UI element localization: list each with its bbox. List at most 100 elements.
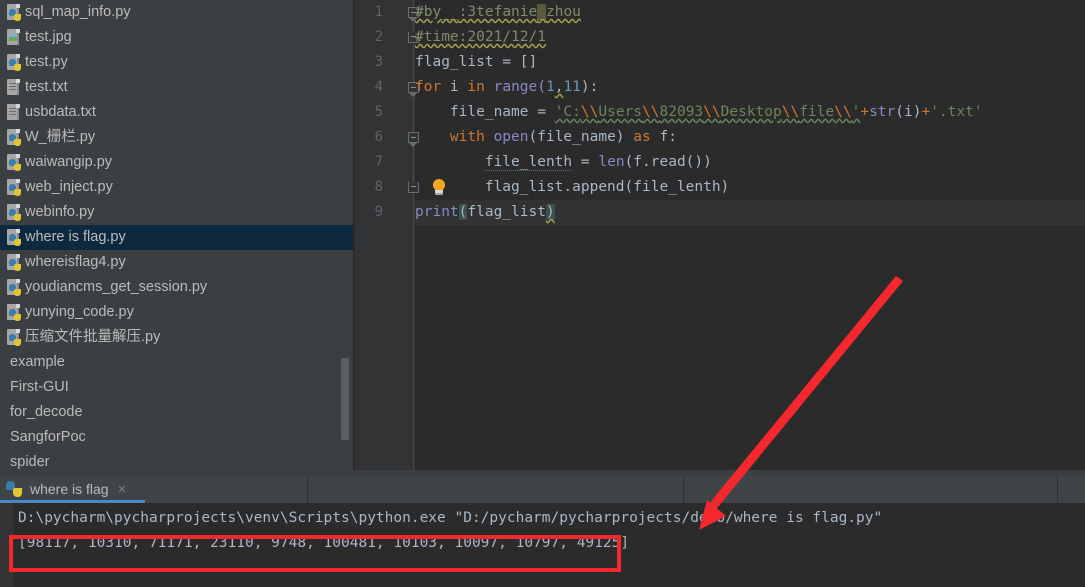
run-tab-bar: where is flag ×	[0, 475, 1085, 503]
python-file-icon	[6, 229, 21, 246]
code-token-args: (i)	[895, 104, 922, 120]
code-token-number: 1	[545, 79, 555, 95]
code-token-string: Users	[598, 104, 643, 120]
tree-item-example[interactable]: example	[0, 350, 353, 375]
code-line-5: file_name = 'C:\\Users\\82093\\Desktop\\…	[415, 100, 1085, 125]
project-file-tree[interactable]: sql_map_info.py test.jpg test.py test.tx…	[0, 0, 353, 470]
tree-item-label: W_栅栏.py	[25, 129, 96, 145]
line-number: 1	[374, 4, 383, 20]
tree-item-label: usbdata.txt	[25, 104, 96, 120]
code-line-2: #time:2021/12/1	[415, 25, 1085, 50]
tree-item-label: yunying_code.py	[25, 304, 134, 320]
tree-item-web-inject[interactable]: web_inject.py	[0, 175, 353, 200]
python-run-icon	[6, 481, 22, 497]
close-icon[interactable]: ×	[118, 482, 127, 497]
code-token-identifier: f:	[650, 129, 677, 145]
code-token-operator: = []	[493, 54, 538, 70]
code-token-punctuation: ):	[580, 79, 599, 95]
code-token-operator: +	[860, 104, 870, 120]
code-token-comment: :3tefanie	[458, 4, 538, 20]
code-token-function: range(	[484, 79, 546, 95]
code-token-escape: \\	[781, 104, 800, 120]
code-token-function: str	[869, 104, 896, 120]
tree-item-test-txt[interactable]: test.txt	[0, 75, 353, 100]
line-number: 9	[374, 204, 383, 220]
tab-divider	[307, 475, 308, 503]
python-file-icon	[6, 329, 21, 346]
tree-item-where-is-flag[interactable]: where is flag.py	[0, 225, 353, 250]
tree-item-usbdata-txt[interactable]: usbdata.txt	[0, 100, 353, 125]
python-file-icon	[6, 204, 21, 221]
tree-item-whereisflag4[interactable]: whereisflag4.py	[0, 250, 353, 275]
line-number: 8	[374, 179, 383, 195]
tree-item-label: sql_map_info.py	[25, 4, 131, 20]
pycharm-window: sql_map_info.py test.jpg test.py test.tx…	[0, 0, 1085, 587]
line-number: 5	[374, 104, 383, 120]
code-line-8: flag_list.append(file_lenth)	[415, 175, 1085, 200]
python-file-icon	[6, 129, 21, 146]
code-token-identifier: flag_list	[415, 54, 494, 70]
run-tab-where-is-flag[interactable]: where is flag ×	[0, 475, 307, 503]
code-token-operator: =	[528, 104, 555, 120]
code-token-string: file	[799, 104, 835, 120]
tree-item-sangforpoc[interactable]: SangforPoc	[0, 425, 353, 450]
tree-item-yasuo-wenjian[interactable]: 压缩文件批量解压.py	[0, 325, 353, 350]
code-token-keyword: with	[449, 129, 485, 145]
code-caret-selection: _	[537, 4, 546, 20]
line-number: 7	[374, 154, 383, 170]
tree-item-spider[interactable]: spider	[0, 450, 353, 470]
code-token-escape: \\	[703, 104, 721, 120]
tree-item-test-py[interactable]: test.py	[0, 50, 353, 75]
python-file-icon	[6, 4, 21, 21]
code-editor[interactable]: 1 2 3 4 5 6 7 8 9 #by__:3tefanie_zhou #t…	[355, 0, 1085, 470]
tree-item-test-jpg[interactable]: test.jpg	[0, 25, 353, 50]
code-token-string: 'C:	[554, 104, 581, 120]
tree-item-w-zhalan[interactable]: W_栅栏.py	[0, 125, 353, 150]
image-file-icon	[6, 29, 21, 46]
code-fold-guide-line	[413, 0, 414, 470]
code-token-operator: =	[572, 154, 599, 170]
tree-item-label: where is flag.py	[25, 229, 126, 245]
tree-item-label: youdiancms_get_session.py	[25, 279, 208, 295]
python-file-icon	[6, 254, 21, 271]
tree-item-youdiancms-get-session[interactable]: youdiancms_get_session.py	[0, 275, 353, 300]
tree-item-yunying-code[interactable]: yunying_code.py	[0, 300, 353, 325]
code-token-escape: \\	[580, 104, 599, 120]
tree-item-first-gui[interactable]: First-GUI	[0, 375, 353, 400]
editor-code-area[interactable]: #by__:3tefanie_zhou #time:2021/12/1 flag…	[415, 0, 1085, 470]
tree-item-sql-map-info[interactable]: sql_map_info.py	[0, 0, 353, 25]
tree-item-label: webinfo.py	[25, 204, 95, 220]
run-tool-window: where is flag × D:\pycharm\pycharproject…	[0, 475, 1085, 587]
code-token-identifier: file_lenth	[484, 154, 573, 171]
code-token-comment: zhou	[545, 4, 581, 20]
code-token-function: open	[484, 129, 529, 145]
tree-vertical-scrollbar[interactable]	[341, 358, 349, 440]
console-left-gutter	[0, 503, 14, 587]
code-token-args: (f.read())	[624, 154, 712, 170]
tree-item-label: SangforPoc	[10, 429, 86, 445]
code-token-identifier: i	[441, 79, 468, 95]
code-token-function: print	[415, 204, 459, 220]
tree-item-label: waiwangip.py	[25, 154, 113, 170]
python-file-icon	[6, 279, 21, 296]
editor-gutter[interactable]: 1 2 3 4 5 6 7 8 9	[355, 0, 445, 470]
code-line-7: file_lenth = len(f.read())	[415, 150, 1085, 175]
tree-item-waiwangip[interactable]: waiwangip.py	[0, 150, 353, 175]
code-token-keyword: in	[467, 79, 485, 95]
code-token-expression: flag_list.append(file_lenth)	[484, 179, 730, 195]
python-file-icon	[6, 54, 21, 71]
tab-divider	[683, 475, 684, 503]
tree-item-webinfo[interactable]: webinfo.py	[0, 200, 353, 225]
code-token-escape: \\	[834, 104, 852, 120]
tree-item-label: test.txt	[25, 79, 68, 95]
code-token-comment: #time:2021/12/1	[415, 29, 546, 45]
line-number: 3	[374, 54, 383, 70]
tree-item-for-decode[interactable]: for_decode	[0, 400, 353, 425]
console-command-line: D:\pycharm\pycharprojects\venv\Scripts\p…	[18, 510, 883, 526]
code-token-keyword: as	[633, 129, 651, 145]
run-console-output[interactable]: D:\pycharm\pycharprojects\venv\Scripts\p…	[0, 503, 1085, 587]
line-number: 2	[374, 29, 383, 45]
